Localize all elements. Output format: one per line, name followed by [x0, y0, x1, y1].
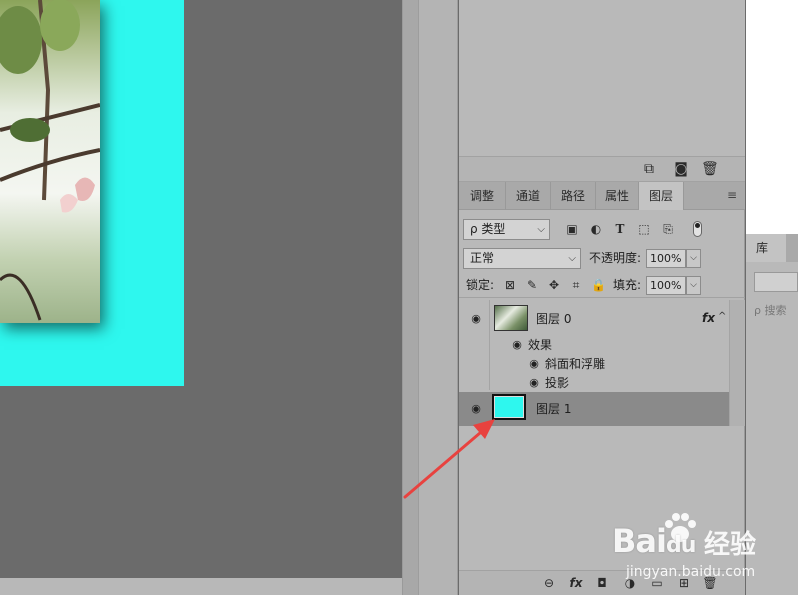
- document-area-right: [746, 0, 798, 234]
- watermark-cn-text: 经验: [704, 530, 757, 560]
- eye-icon[interactable]: ◉: [509, 339, 525, 351]
- eye-icon[interactable]: ◉: [468, 313, 484, 325]
- blend-mode-select[interactable]: 正常 ⌵: [463, 248, 581, 269]
- panel-tabs: 调整 通道 路径 属性 图层 ≡: [459, 182, 745, 210]
- filter-kind-label: ρ 类型: [470, 222, 506, 236]
- effect-bevel-label: 斜面和浮雕: [545, 357, 606, 371]
- layer-list-scrollbar[interactable]: [729, 300, 745, 426]
- tab-layers[interactable]: 图层: [639, 182, 684, 210]
- effects-label: 效果: [528, 338, 553, 352]
- tab-paths[interactable]: 路径: [551, 182, 596, 210]
- watermark-logo-du: du: [665, 533, 696, 558]
- link-icon[interactable]: ⊖: [541, 575, 557, 591]
- layer-filter-row: ρ 类型 ⌵ ▣ ◐ T ⬚ ⎘: [459, 214, 745, 244]
- effect-shadow-label: 投影: [545, 376, 570, 390]
- opacity-dropdown-icon[interactable]: ⌵: [686, 249, 701, 268]
- layers-panel-group: ⧉ ◙ 🗑 调整 通道 路径 属性 图层 ≡ ρ 类型 ⌵ ▣ ◐ T ⬚ ⎘ …: [459, 0, 745, 595]
- lock-label: 锁定:: [466, 278, 495, 292]
- watermark-logo-bai: Bai: [612, 522, 667, 560]
- eye-icon[interactable]: ◉: [526, 358, 542, 370]
- blend-row: 正常 ⌵ 不透明度: 100% ⌵: [459, 246, 745, 270]
- upper-panel-toolbar: ⧉ ◙ 🗑: [459, 156, 745, 182]
- fx-icon[interactable]: fx: [568, 575, 584, 591]
- panel-menu-icon[interactable]: ≡: [727, 188, 739, 202]
- fill-label: 填充:: [613, 278, 642, 292]
- lock-move-icon[interactable]: ✥: [547, 277, 561, 293]
- effects-row[interactable]: ◉ 效果: [459, 336, 729, 354]
- tab-channels[interactable]: 通道: [506, 182, 551, 210]
- blend-mode-label: 正常: [470, 251, 495, 265]
- library-select[interactable]: [754, 272, 798, 292]
- layer0-name[interactable]: 图层 0: [536, 311, 571, 327]
- trash-icon[interactable]: 🗑: [701, 161, 719, 177]
- lock-all-icon[interactable]: 🔒: [591, 277, 606, 293]
- image-filter-icon[interactable]: ▣: [565, 222, 579, 236]
- canvas-horizontal-scrollbar[interactable]: [0, 578, 402, 595]
- tab-library[interactable]: 库: [746, 234, 786, 262]
- lock-transparent-icon[interactable]: ⊠: [503, 277, 517, 293]
- fx-badge[interactable]: fx: [702, 311, 715, 325]
- opacity-label: 不透明度:: [589, 251, 642, 265]
- baidu-jingyan-watermark: Baidu 经验 jingyan.baidu.com: [612, 508, 798, 586]
- filter-toggle-switch[interactable]: [693, 221, 702, 237]
- fill-dropdown-icon[interactable]: ⌵: [686, 276, 701, 295]
- lock-paint-icon[interactable]: ✎: [525, 277, 539, 293]
- type-filter-icon[interactable]: T: [613, 222, 627, 236]
- library-tab-bar: [786, 234, 798, 262]
- annotation-arrow: [403, 419, 495, 499]
- lock-artboard-icon[interactable]: ⌗: [569, 277, 583, 293]
- photo-branches: [0, 0, 100, 321]
- tab-adjustments[interactable]: 调整: [459, 182, 506, 210]
- watermark-url: jingyan.baidu.com: [626, 564, 756, 580]
- adjustment-filter-icon[interactable]: ◐: [589, 222, 603, 236]
- document-canvas[interactable]: [0, 0, 402, 578]
- photo-layer-content: [0, 0, 100, 323]
- new-snapshot-icon[interactable]: ⧉: [641, 161, 657, 177]
- opacity-input[interactable]: 100%: [646, 249, 686, 268]
- chevron-down-icon: ⌵: [537, 224, 545, 235]
- library-search-input[interactable]: ρ 搜索: [754, 301, 798, 321]
- chevron-down-icon: ⌵: [568, 253, 576, 264]
- shape-filter-icon[interactable]: ⬚: [637, 222, 651, 236]
- effect-row-shadow[interactable]: ◉ 投影: [459, 374, 729, 392]
- tab-properties[interactable]: 属性: [596, 182, 639, 210]
- fill-input[interactable]: 100%: [646, 276, 686, 295]
- camera-icon[interactable]: ◙: [673, 161, 689, 177]
- effect-row-bevel[interactable]: ◉ 斜面和浮雕: [459, 355, 729, 373]
- layer-row-layer0[interactable]: ◉ 图层 0 fx ^: [459, 300, 729, 390]
- dock-divider[interactable]: [402, 0, 418, 595]
- upper-panel-area: [459, 0, 745, 156]
- watermark-logo-text: Baidu: [612, 522, 696, 560]
- layer0-thumbnail: [494, 305, 528, 331]
- filter-kind-select[interactable]: ρ 类型 ⌵: [463, 219, 550, 240]
- mask-icon[interactable]: ◘: [594, 575, 610, 591]
- layer1-name[interactable]: 图层 1: [536, 401, 571, 417]
- smart-object-filter-icon[interactable]: ⎘: [661, 222, 675, 236]
- lock-row: 锁定: ⊠ ✎ ✥ ⌗ 🔒 填充: 100% ⌵: [459, 274, 745, 298]
- collapsed-panel-dock: [418, 0, 458, 595]
- chevron-up-icon[interactable]: ^: [718, 311, 726, 322]
- eye-icon[interactable]: ◉: [526, 377, 542, 389]
